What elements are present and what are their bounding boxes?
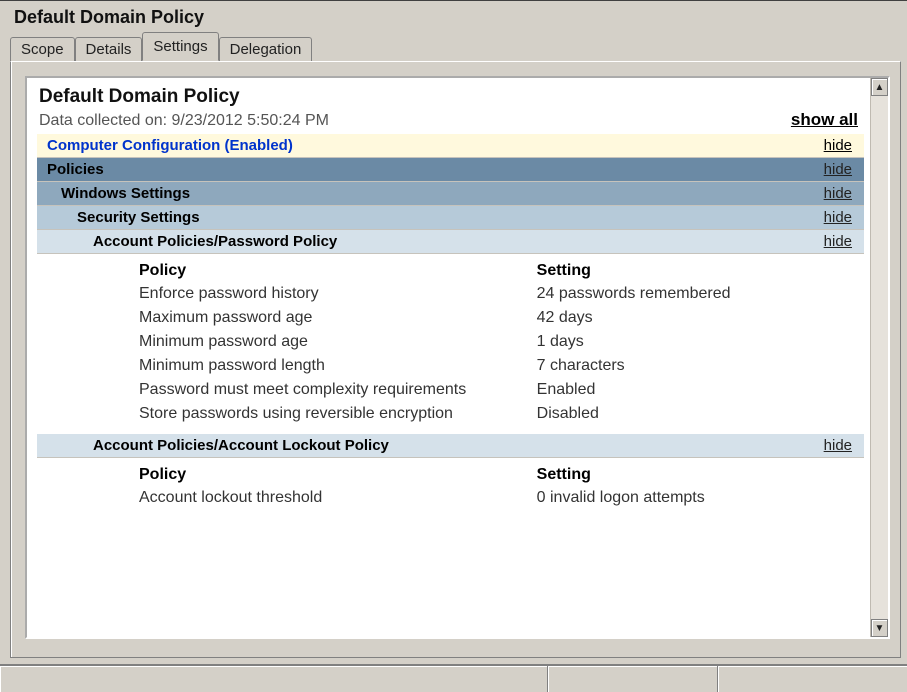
gpmc-window: Default Domain Policy Scope Details Sett… [0,0,907,692]
vertical-scrollbar[interactable]: ▲ ▼ [870,78,888,637]
policy-cell: Password must meet complexity requiremen… [139,378,537,402]
table-row: Minimum password age1 days [139,330,862,354]
lockout-policy-table: Policy Setting Account lockout threshold… [139,460,862,510]
status-cell [547,666,717,692]
section-windows-settings[interactable]: Windows Settings hide [37,182,864,206]
table-header-row: Policy Setting [139,256,862,282]
col-header-setting: Setting [537,460,862,486]
hide-link[interactable]: hide [824,137,852,154]
setting-cell: Disabled [537,402,862,426]
col-header-setting: Setting [537,256,862,282]
table-row: Minimum password length7 characters [139,354,862,378]
report-scroll-area: Default Domain Policy Data collected on:… [27,78,870,637]
setting-cell: Enabled [537,378,862,402]
hide-link[interactable]: hide [824,161,852,178]
collected-on-label: Data collected on: 9/23/2012 5:50:24 PM [39,112,329,130]
policy-cell: Maximum password age [139,306,537,330]
status-cell [0,666,547,692]
table-row: Password must meet complexity requiremen… [139,378,862,402]
policy-cell: Minimum password age [139,330,537,354]
section-security-settings[interactable]: Security Settings hide [37,206,864,230]
section-label: Account Policies/Password Policy [93,233,337,250]
col-header-policy: Policy [139,460,537,486]
setting-cell: 24 passwords remembered [537,282,862,306]
section-label: Computer Configuration (Enabled) [47,137,293,154]
setting-cell: 0 invalid logon attempts [537,486,862,510]
table-row: Account lockout threshold0 invalid logon… [139,486,862,510]
table-row: Maximum password age42 days [139,306,862,330]
policy-cell: Store passwords using reversible encrypt… [139,402,537,426]
tab-details[interactable]: Details [75,37,143,61]
hide-link[interactable]: hide [824,209,852,226]
hide-link[interactable]: hide [824,437,852,454]
section-label: Windows Settings [61,185,190,202]
status-cell [717,666,907,692]
section-lockout-policy[interactable]: Account Policies/Account Lockout Policy … [37,434,864,458]
password-policy-table: Policy Setting Enforce password history2… [139,256,862,426]
table-header-row: Policy Setting [139,460,862,486]
setting-cell: 7 characters [537,354,862,378]
hide-link[interactable]: hide [824,185,852,202]
policy-cell: Account lockout threshold [139,486,537,510]
table-row: Enforce password history24 passwords rem… [139,282,862,306]
section-label: Policies [47,161,104,178]
section-password-policy[interactable]: Account Policies/Password Policy hide [37,230,864,254]
hide-link[interactable]: hide [824,233,852,250]
section-label: Account Policies/Account Lockout Policy [93,437,389,454]
table-row: Store passwords using reversible encrypt… [139,402,862,426]
show-all-link[interactable]: show all [791,110,858,130]
password-policy-table-wrap: Policy Setting Enforce password history2… [139,256,862,426]
section-policies[interactable]: Policies hide [37,158,864,182]
col-header-policy: Policy [139,256,537,282]
tab-strip: Scope Details Settings Delegation [0,32,907,60]
setting-cell: 1 days [537,330,862,354]
section-computer-configuration[interactable]: Computer Configuration (Enabled) hide [37,134,864,158]
policy-cell: Enforce password history [139,282,537,306]
section-label: Security Settings [77,209,200,226]
status-bar [0,664,907,692]
tab-body: Default Domain Policy Data collected on:… [10,61,901,658]
gpo-report: Default Domain Policy Data collected on:… [27,78,870,510]
window-title: Default Domain Policy [0,1,907,32]
scroll-down-button[interactable]: ▼ [871,619,888,637]
policy-cell: Minimum password length [139,354,537,378]
tab-scope[interactable]: Scope [10,37,75,61]
report-title: Default Domain Policy [33,80,868,110]
tab-settings[interactable]: Settings [142,32,218,61]
lockout-policy-table-wrap: Policy Setting Account lockout threshold… [139,460,862,510]
report-frame: Default Domain Policy Data collected on:… [25,76,890,639]
scroll-up-button[interactable]: ▲ [871,78,888,96]
setting-cell: 42 days [537,306,862,330]
tab-delegation[interactable]: Delegation [219,37,313,61]
